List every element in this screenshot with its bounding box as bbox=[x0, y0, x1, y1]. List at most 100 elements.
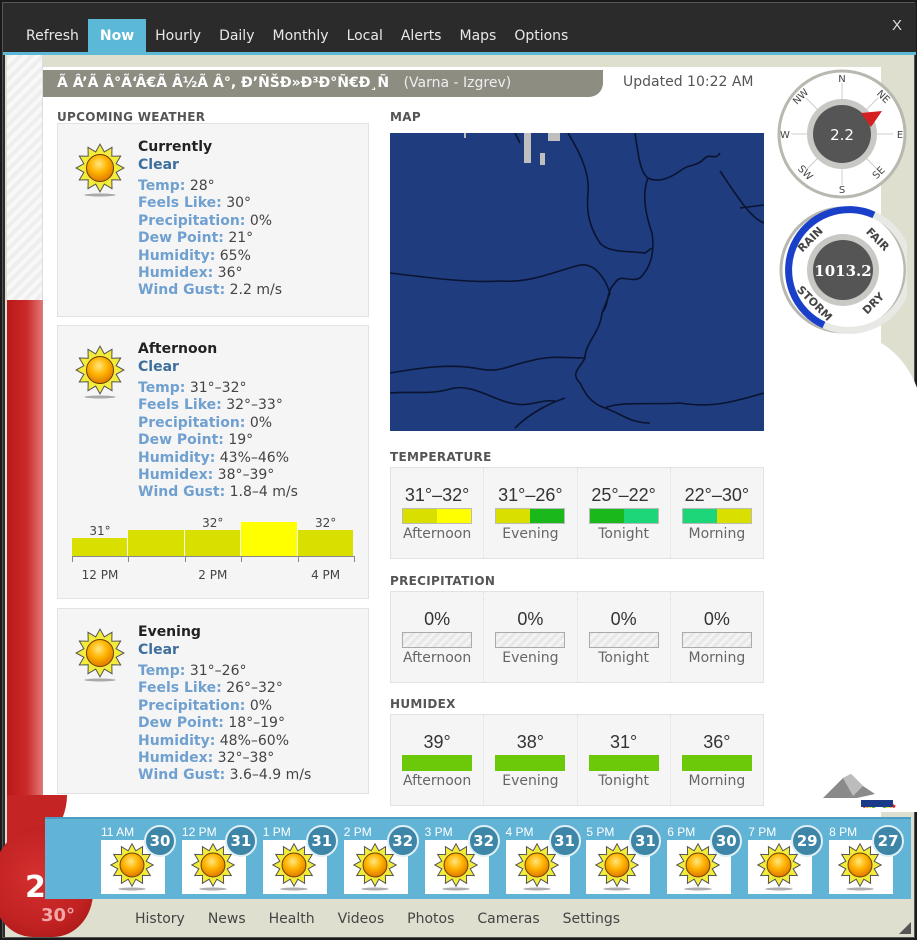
nav-monthly[interactable]: Monthly bbox=[264, 19, 338, 53]
nav-daily[interactable]: Daily bbox=[210, 19, 263, 53]
location-name: Ã Â’Ã Â°Ã‘Â€Ã Â½Ã Â°, Ð’ÑŠÐ»Ð³Ð°Ñ€Ð¸Ñ bbox=[57, 75, 390, 91]
hour-temp-badge: 31 bbox=[548, 825, 581, 857]
detail-rows: Temp: 31°–26° Feels Like: 26°–32° Precipit… bbox=[138, 663, 311, 785]
hourly-item[interactable]: 5 PM 31 bbox=[586, 825, 666, 897]
detail-row: Temp: 31°–32° bbox=[138, 380, 298, 397]
hourly-temp-label: 31° bbox=[89, 524, 111, 538]
temperature-cell-morning: 22°–30° Morning bbox=[671, 468, 763, 558]
resize-grip[interactable] bbox=[899, 922, 911, 934]
humidex-table: 39° Afternoon 38° Evening 31° Tonight 36° Morni… bbox=[390, 714, 764, 806]
bottom-nav-videos[interactable]: Videos bbox=[338, 911, 385, 927]
detail-label: Feels Like: bbox=[138, 680, 222, 697]
detail-value: 36° bbox=[217, 265, 243, 282]
precipitation-period: Evening bbox=[502, 650, 559, 666]
humidex-cell-evening: 38° Evening bbox=[484, 715, 578, 805]
hour-time: 5 PM bbox=[586, 825, 615, 839]
nav-options[interactable]: Options bbox=[505, 19, 577, 53]
hourly-item[interactable]: 2 PM 32 bbox=[343, 825, 424, 897]
detail-label: Humidity: bbox=[138, 732, 216, 749]
humidex-period: Morning bbox=[688, 773, 746, 789]
forecast-card-currently: Currently Clear Temp: 28° Feels Like: 30°… bbox=[57, 123, 369, 317]
updated-time: Updated 10:22 AM bbox=[623, 74, 754, 90]
detail-label: Temp: bbox=[138, 178, 186, 194]
sun-icon bbox=[74, 142, 126, 202]
chart-time-label: 12 PM bbox=[81, 568, 119, 582]
bottom-nav: History News Health Videos Photos Cameras Sett… bbox=[135, 911, 643, 927]
hour-temp-badge: 29 bbox=[791, 825, 824, 857]
sun-icon bbox=[74, 344, 126, 404]
nav-local[interactable]: Local bbox=[338, 19, 392, 53]
detail-value: 26°–32° bbox=[226, 680, 283, 697]
bottom-nav-cameras[interactable]: Cameras bbox=[477, 911, 539, 927]
detail-label: Wind Gust: bbox=[138, 767, 226, 784]
precipitation-table: 0% Afternoon 0% Evening 0% Tonight 0% Morning bbox=[390, 591, 764, 683]
detail-row: Humidity: 65% bbox=[138, 248, 282, 265]
bottom-nav-history[interactable]: History bbox=[135, 911, 185, 927]
hourly-item[interactable]: 3 PM 32 bbox=[424, 825, 505, 897]
compass-s: S bbox=[839, 185, 845, 196]
chart-tick bbox=[128, 556, 130, 562]
hourly-temp-bar bbox=[128, 530, 184, 556]
detail-value: 31°–26° bbox=[189, 663, 247, 679]
precipitation-period: Morning bbox=[688, 650, 746, 666]
wind-speed: 2.2 bbox=[830, 126, 854, 144]
detail-label: Humidity: bbox=[138, 449, 216, 466]
precipitation-cell-afternoon: 0% Afternoon bbox=[391, 592, 485, 682]
temperature-period: Morning bbox=[688, 526, 746, 542]
precipitation-period: Afternoon bbox=[403, 650, 472, 666]
detail-row: Temp: 31°–26° bbox=[138, 663, 311, 680]
bottom-nav-health[interactable]: Health bbox=[269, 911, 315, 927]
hour-temp-badge: 32 bbox=[386, 825, 419, 857]
nav-maps[interactable]: Maps bbox=[450, 19, 505, 53]
temperature-bar bbox=[681, 508, 752, 524]
humidex-value: 31° bbox=[610, 732, 638, 752]
humidex-bar bbox=[681, 755, 752, 771]
temperature-value: 31°–26° bbox=[498, 485, 563, 505]
detail-row: Wind Gust: 2.2 m/s bbox=[138, 282, 282, 299]
hourly-item[interactable]: 11 AM 30 bbox=[101, 825, 181, 897]
period-title: Currently bbox=[138, 139, 213, 155]
chart-time-label: 2 PM bbox=[198, 568, 228, 582]
precipitation-bar bbox=[681, 632, 752, 648]
chart-axis bbox=[72, 556, 354, 557]
hour-time: 7 PM bbox=[748, 825, 777, 839]
close-button[interactable]: X bbox=[892, 17, 902, 34]
hourly-item[interactable]: 7 PM 29 bbox=[748, 825, 828, 897]
nav-hourly[interactable]: Hourly bbox=[146, 19, 210, 53]
detail-label: Precipitation: bbox=[138, 212, 246, 229]
detail-value: 2.2 m/s bbox=[229, 282, 283, 299]
hourly-item[interactable]: 4 PM 31 bbox=[505, 825, 586, 897]
nav-now[interactable]: Now bbox=[87, 19, 147, 53]
bottom-nav-settings[interactable]: Settings bbox=[563, 911, 620, 927]
detail-value: 0% bbox=[249, 212, 273, 229]
weather-map[interactable] bbox=[390, 133, 764, 431]
compass-n: N bbox=[838, 74, 845, 85]
humidex-bar bbox=[588, 755, 659, 771]
detail-value: 43%–46% bbox=[219, 449, 289, 466]
hour-time: 6 PM bbox=[667, 825, 696, 839]
hourly-temp-bar bbox=[297, 530, 353, 556]
hourly-item[interactable]: 12 PM 31 bbox=[181, 825, 262, 897]
storm-rainbow-icon[interactable] bbox=[823, 772, 897, 812]
precipitation-value: 0% bbox=[517, 609, 544, 629]
detail-value: 18°–19° bbox=[228, 715, 285, 732]
detail-value: 19° bbox=[228, 432, 254, 449]
period-title: Afternoon bbox=[138, 341, 218, 357]
hourly-temp-bar bbox=[72, 538, 128, 556]
detail-value: 32°–33° bbox=[226, 397, 283, 414]
forecast-card-evening: Evening Clear Temp: 31°–26° Feels Like: 2… bbox=[57, 608, 369, 794]
nav-refresh[interactable]: Refresh bbox=[17, 19, 88, 53]
bottom-nav-news[interactable]: News bbox=[208, 911, 246, 927]
detail-row: Dew Point: 18°–19° bbox=[138, 715, 311, 732]
hourly-item[interactable]: 6 PM 30 bbox=[667, 825, 747, 897]
chart-tick bbox=[72, 556, 73, 562]
hourly-item[interactable]: 1 PM 31 bbox=[262, 825, 343, 897]
feels-like-temp: 30° bbox=[41, 905, 76, 926]
nav-alerts[interactable]: Alerts bbox=[392, 19, 451, 53]
detail-value: 21° bbox=[228, 230, 254, 247]
hour-time: 12 PM bbox=[181, 825, 217, 839]
bottom-nav-photos[interactable]: Photos bbox=[407, 911, 454, 927]
detail-row: Feels Like: 26°–32° bbox=[138, 680, 311, 697]
hourly-item[interactable]: 8 PM 27 bbox=[829, 825, 909, 897]
detail-label: Precipitation: bbox=[138, 414, 246, 431]
